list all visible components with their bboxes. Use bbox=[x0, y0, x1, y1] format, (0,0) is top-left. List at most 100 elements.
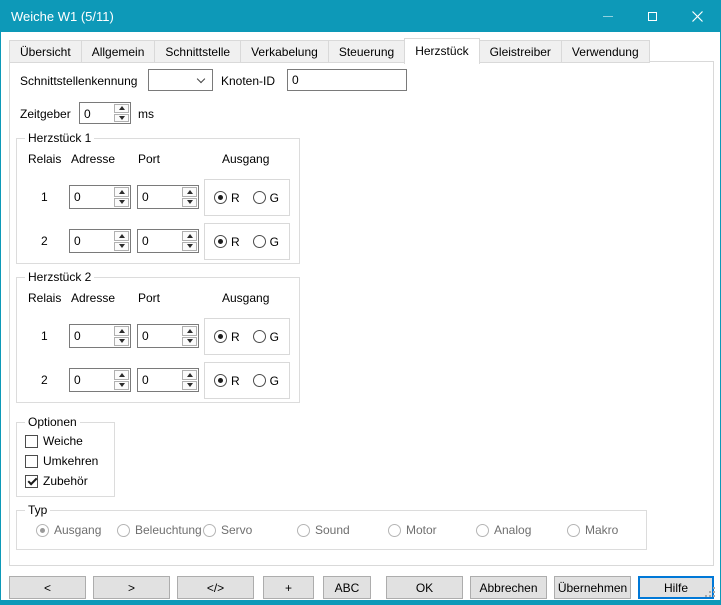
port-spinner[interactable]: 0 bbox=[137, 185, 199, 209]
group-title: Herzstück 1 bbox=[25, 131, 94, 145]
checkbox-weiche[interactable]: Weiche bbox=[25, 433, 83, 449]
ausgang-radio-group: R G bbox=[204, 223, 290, 260]
spinner-value: 0 bbox=[138, 186, 181, 208]
spin-up-button[interactable] bbox=[182, 326, 197, 336]
close-button[interactable] bbox=[675, 1, 720, 32]
spin-down-button[interactable] bbox=[114, 114, 129, 123]
spinner-value: 0 bbox=[138, 369, 181, 391]
ausgang-radio-group: R G bbox=[204, 362, 290, 399]
radio-motor: Motor bbox=[388, 523, 476, 537]
spin-down-button[interactable] bbox=[182, 198, 197, 208]
spin-up-button[interactable] bbox=[114, 370, 129, 380]
spin-down-button[interactable] bbox=[114, 242, 129, 252]
checkbox-label: Zubehör bbox=[43, 474, 88, 488]
tab-schnittstelle[interactable]: Schnittstelle bbox=[154, 40, 241, 63]
port-spinner[interactable]: 0 bbox=[137, 229, 199, 253]
arrow-up-icon bbox=[119, 190, 125, 194]
ausgang-radio-group: R G bbox=[204, 318, 290, 355]
tab-gleistreiber[interactable]: Gleistreiber bbox=[479, 40, 562, 63]
radio-g[interactable]: G bbox=[253, 374, 279, 388]
adresse-spinner[interactable]: 0 bbox=[69, 185, 131, 209]
spin-down-button[interactable] bbox=[182, 381, 197, 391]
nav-next-button[interactable]: > bbox=[93, 576, 170, 599]
tab-steuerung[interactable]: Steuerung bbox=[328, 40, 405, 63]
spin-down-button[interactable] bbox=[182, 337, 197, 347]
tab-verkabelung[interactable]: Verkabelung bbox=[240, 40, 329, 63]
checkbox-label: Weiche bbox=[43, 434, 83, 448]
radio-g[interactable]: G bbox=[253, 235, 279, 249]
schnittstellenkennung-combobox[interactable] bbox=[148, 69, 213, 91]
knoten-id-label: Knoten-ID bbox=[221, 74, 275, 88]
spin-up-button[interactable] bbox=[114, 231, 129, 241]
spin-up-button[interactable] bbox=[114, 104, 129, 113]
zeitgeber-spinner[interactable]: 0 bbox=[79, 102, 131, 124]
maximize-button[interactable] bbox=[630, 1, 675, 32]
arrow-up-icon bbox=[119, 234, 125, 238]
adresse-spinner[interactable]: 0 bbox=[69, 368, 131, 392]
radio-label: Makro bbox=[585, 523, 618, 537]
checkbox-umkehren[interactable]: Umkehren bbox=[25, 453, 98, 469]
spinner-value: 0 bbox=[70, 186, 113, 208]
adresse-spinner[interactable]: 0 bbox=[69, 324, 131, 348]
spin-up-button[interactable] bbox=[182, 231, 197, 241]
spinner-buttons bbox=[113, 325, 130, 347]
close-icon bbox=[692, 11, 703, 22]
port-spinner[interactable]: 0 bbox=[137, 324, 199, 348]
spin-up-button[interactable] bbox=[182, 370, 197, 380]
maximize-icon bbox=[648, 12, 657, 21]
nav-prev-button[interactable]: < bbox=[9, 576, 86, 599]
tab-uebersicht[interactable]: Übersicht bbox=[9, 40, 82, 63]
relais-header: Relais bbox=[28, 152, 61, 166]
add-button[interactable]: + bbox=[263, 576, 314, 599]
relais-number: 2 bbox=[41, 234, 48, 248]
radio-label: G bbox=[270, 374, 279, 388]
radio-unselected-icon bbox=[476, 524, 489, 537]
tab-page-herzstueck: Schnittstellenkennung Knoten-ID 0 Zeitge… bbox=[9, 61, 714, 566]
port-spinner[interactable]: 0 bbox=[137, 368, 199, 392]
relais-number: 1 bbox=[41, 329, 48, 343]
radio-label: R bbox=[231, 330, 240, 344]
code-button[interactable]: </> bbox=[177, 576, 254, 599]
radio-unselected-icon bbox=[203, 524, 216, 537]
tab-allgemein[interactable]: Allgemein bbox=[81, 40, 156, 63]
checkbox-unchecked-icon bbox=[25, 435, 38, 448]
ok-button[interactable]: OK bbox=[386, 576, 463, 599]
spinner-value: 0 bbox=[70, 325, 113, 347]
radio-r[interactable]: R bbox=[214, 330, 240, 344]
knoten-id-input[interactable]: 0 bbox=[287, 69, 407, 91]
herzstueck-2-group: Herzstück 2 Relais Adresse Port Ausgang … bbox=[16, 277, 300, 403]
radio-label: Ausgang bbox=[54, 523, 101, 537]
spin-down-button[interactable] bbox=[114, 198, 129, 208]
spin-up-button[interactable] bbox=[114, 326, 129, 336]
radio-unselected-icon bbox=[253, 330, 266, 343]
radio-r[interactable]: R bbox=[214, 374, 240, 388]
checkbox-zubehoer[interactable]: Zubehör bbox=[25, 473, 88, 489]
adresse-spinner[interactable]: 0 bbox=[69, 229, 131, 253]
radio-label: Motor bbox=[406, 523, 437, 537]
relais-number: 1 bbox=[41, 190, 48, 204]
zeitgeber-label: Zeitgeber bbox=[20, 107, 71, 121]
help-button[interactable]: Hilfe bbox=[638, 576, 714, 599]
radio-r[interactable]: R bbox=[214, 191, 240, 205]
radio-g[interactable]: G bbox=[253, 191, 279, 205]
abc-button[interactable]: ABC bbox=[323, 576, 371, 599]
radio-g[interactable]: G bbox=[253, 330, 279, 344]
tab-herzstueck[interactable]: Herzstück bbox=[404, 38, 479, 64]
spinner-value: 0 bbox=[70, 369, 113, 391]
radio-label: Servo bbox=[221, 523, 252, 537]
spin-down-button[interactable] bbox=[114, 337, 129, 347]
radio-r[interactable]: R bbox=[214, 235, 240, 249]
arrow-up-icon bbox=[119, 329, 125, 333]
spin-up-button[interactable] bbox=[182, 187, 197, 197]
tab-verwendung[interactable]: Verwendung bbox=[561, 40, 650, 63]
minimize-button[interactable] bbox=[585, 1, 630, 32]
spin-down-button[interactable] bbox=[114, 381, 129, 391]
spinner-buttons bbox=[113, 186, 130, 208]
resize-grip[interactable] bbox=[705, 587, 715, 597]
cancel-button[interactable]: Abbrechen bbox=[470, 576, 547, 599]
arrow-up-icon bbox=[187, 234, 193, 238]
spin-up-button[interactable] bbox=[114, 187, 129, 197]
apply-button[interactable]: Übernehmen bbox=[554, 576, 631, 599]
ausgang-header: Ausgang bbox=[222, 291, 269, 305]
spin-down-button[interactable] bbox=[182, 242, 197, 252]
